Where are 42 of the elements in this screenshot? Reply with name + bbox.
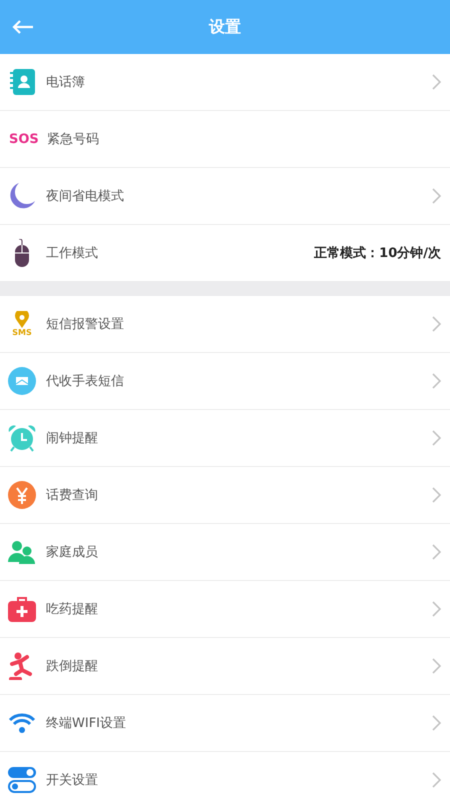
settings-row[interactable]: 闹钟提醒: [0, 410, 450, 467]
settings-row[interactable]: 开关设置: [0, 752, 450, 800]
row-value: 正常模式：10分钟/次: [314, 245, 441, 262]
settings-row[interactable]: SMS 短信报警设置: [0, 296, 450, 353]
location-pin-icon: [15, 311, 29, 328]
row-label: 工作模式: [46, 245, 99, 262]
row-label: 代收手表短信: [46, 373, 125, 390]
row-label: 短信报警设置: [46, 316, 125, 333]
row-label: 夜间省电模式: [46, 188, 125, 205]
row-label: 家庭成员: [46, 544, 99, 561]
settings-row[interactable]: 电话簿: [0, 54, 450, 111]
yen-icon: [8, 481, 36, 509]
row-label: 终端WIFI设置: [46, 715, 127, 732]
alarm-clock-icon: [8, 424, 36, 452]
back-arrow-icon: [12, 20, 34, 34]
row-label: 电话簿: [46, 74, 86, 91]
page-title: 设置: [209, 16, 241, 38]
settings-row[interactable]: 夜间省电模式: [0, 168, 450, 225]
settings-row[interactable]: 吃药提醒: [0, 581, 450, 638]
contact-book-icon: [9, 69, 35, 95]
settings-row[interactable]: SOS 紧急号码: [0, 111, 450, 168]
row-label: 闹钟提醒: [46, 430, 99, 447]
message-icon: [8, 367, 36, 395]
row-label: 跌倒提醒: [46, 658, 99, 675]
falling-person-icon: [9, 652, 35, 680]
row-label: 话费查询: [46, 487, 99, 504]
settings-row[interactable]: 家庭成员: [0, 524, 450, 581]
toggle-switch-icon: [8, 766, 36, 794]
people-icon: [8, 540, 36, 564]
row-label: 吃药提醒: [46, 601, 99, 618]
sos-label: SOS: [9, 132, 37, 146]
moon-icon: [8, 182, 36, 210]
row-label: 开关设置: [46, 772, 99, 789]
settings-row[interactable]: 终端WIFI设置: [0, 695, 450, 752]
settings-row[interactable]: 跌倒提醒: [0, 638, 450, 695]
settings-row[interactable]: 代收手表短信: [0, 353, 450, 410]
settings-row[interactable]: 话费查询: [0, 467, 450, 524]
mouse-icon: [14, 239, 30, 267]
wifi-icon: [8, 712, 36, 734]
sms-label: SMS: [12, 328, 32, 337]
row-label: 紧急号码: [47, 131, 100, 148]
first-aid-kit-icon: [8, 596, 36, 622]
